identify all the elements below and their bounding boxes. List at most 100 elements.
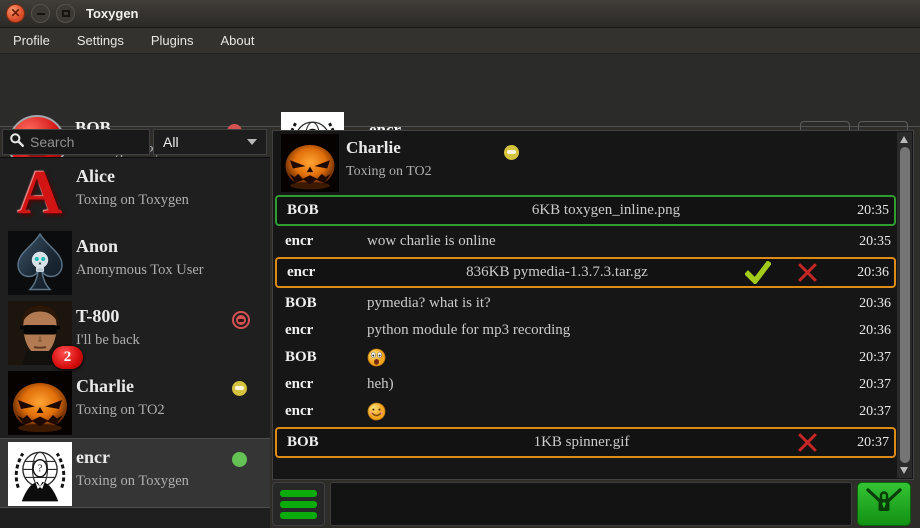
contact-avatar <box>8 371 72 435</box>
chevron-down-icon <box>247 139 257 145</box>
message-sender: BOB <box>285 295 367 312</box>
message-list: BOB 6KB toxygen_inline.png 20:35encr wow… <box>275 193 896 477</box>
chat-peer-avatar <box>281 134 339 192</box>
status-online-icon <box>232 452 247 467</box>
message-time: 20:35 <box>843 203 889 219</box>
message-time: 20:37 <box>845 404 891 420</box>
message-text: wow charlie is online <box>367 233 845 250</box>
search-input[interactable] <box>30 134 149 150</box>
scroll-down-icon[interactable] <box>900 467 908 474</box>
contact-avatar: ? <box>8 442 72 506</box>
message-time: 20:35 <box>845 234 891 250</box>
message-sender: encr <box>285 322 367 339</box>
contact-status-message: I'll be back <box>76 332 140 349</box>
message-sender: encr <box>287 264 369 281</box>
contact-filter-value: All <box>163 134 179 150</box>
file-transfer-row: BOB 6KB toxygen_inline.png 20:35 <box>275 195 896 226</box>
encrypted-send-icon <box>864 486 904 523</box>
contact-filter-dropdown[interactable]: All <box>153 129 267 155</box>
minimize-button[interactable] <box>31 4 50 23</box>
message-sender: BOB <box>287 202 369 219</box>
smile-emoji <box>367 403 386 419</box>
header: B BOB Looking for Python dev… ? encr Tox… <box>0 54 920 127</box>
close-button[interactable]: ✕ <box>6 4 25 23</box>
contact-name: encr <box>76 447 110 468</box>
window-title: Toxygen <box>86 6 139 21</box>
decline-file-button[interactable] <box>794 261 820 284</box>
message-row: BOB 20:37 <box>275 344 896 371</box>
message-text: python module for mp3 recording <box>367 322 845 339</box>
menubar: Profile Settings Plugins About <box>0 28 920 54</box>
chat-peer-name: Charlie <box>346 138 401 158</box>
chat-scrollbar[interactable] <box>897 132 912 478</box>
status-away-icon <box>232 381 247 396</box>
contact-item-encr[interactable]: ? encr Toxing on Toxygen <box>0 438 270 508</box>
message-input[interactable] <box>331 483 851 525</box>
chat-panel: Charlie Toxing on TO2 BOB 6KB toxygen_in… <box>272 130 914 480</box>
shocked-emoji <box>367 349 386 365</box>
menu-about[interactable]: About <box>220 33 254 48</box>
contact-avatar: A <box>8 161 72 225</box>
contact-list: A Alice Toxing on Toxygen Anon Anonymous… <box>0 157 270 528</box>
search-box <box>2 129 150 155</box>
contact-status-message: Toxing on Toxygen <box>76 473 189 490</box>
toxygen-window: ✕ Toxygen Profile Settings Plugins About… <box>0 0 920 528</box>
file-transfer-row: encr 836KB pymedia-1.3.7.3.tar.gz 20:36 <box>275 257 896 288</box>
message-text: heh) <box>367 376 845 393</box>
compose-area <box>330 482 852 526</box>
message-time: 20:37 <box>845 377 891 393</box>
message-row: encr heh) 20:37 <box>275 371 896 398</box>
message-sender: BOB <box>285 349 367 366</box>
contact-avatar <box>8 231 72 295</box>
chat-peer-status-message: Toxing on TO2 <box>346 164 432 180</box>
file-transfer-row: BOB 1KB spinner.gif 20:37 <box>275 427 896 458</box>
contact-name: Charlie <box>76 376 134 397</box>
decline-file-button[interactable] <box>794 431 820 454</box>
message-text <box>367 348 845 367</box>
search-icon <box>9 132 25 153</box>
file-name: 6KB toxygen_inline.png <box>369 202 843 219</box>
file-name: 1KB spinner.gif <box>369 434 794 451</box>
status-busy-icon <box>232 311 250 329</box>
scroll-up-icon[interactable] <box>900 136 908 143</box>
message-time: 20:37 <box>843 435 889 451</box>
send-button[interactable] <box>857 482 911 526</box>
chat-peer-header: Charlie Toxing on TO2 <box>273 131 913 193</box>
message-row: encr wow charlie is online 20:35 <box>275 228 896 255</box>
contact-status-message: Toxing on TO2 <box>76 402 165 419</box>
menu-settings[interactable]: Settings <box>77 33 124 48</box>
contact-item-t-800[interactable]: T-800 I'll be back 2 <box>0 298 270 368</box>
message-time: 20:36 <box>843 265 889 281</box>
contact-status-message: Toxing on Toxygen <box>76 192 189 209</box>
svg-text:?: ? <box>38 464 43 475</box>
contact-name: T-800 <box>76 306 119 327</box>
message-sender: BOB <box>287 434 369 451</box>
contact-item-charlie[interactable]: Charlie Toxing on TO2 <box>0 368 270 438</box>
contact-item-alice[interactable]: A Alice Toxing on Toxygen <box>0 158 270 228</box>
message-sender: encr <box>285 403 367 420</box>
chat-menu-button[interactable] <box>272 482 325 526</box>
contact-name: Alice <box>76 166 115 187</box>
contact-name: Anon <box>76 236 118 257</box>
message-sender: encr <box>285 376 367 393</box>
scrollbar-thumb[interactable] <box>900 147 910 463</box>
contact-status-message: Anonymous Tox User <box>76 262 204 279</box>
message-time: 20:36 <box>845 296 891 312</box>
accept-file-button[interactable] <box>745 261 771 284</box>
contact-item-anon[interactable]: Anon Anonymous Tox User <box>0 228 270 298</box>
message-time: 20:37 <box>845 350 891 366</box>
menu-plugins[interactable]: Plugins <box>151 33 194 48</box>
message-text <box>367 402 845 421</box>
titlebar: ✕ Toxygen <box>0 0 920 28</box>
message-time: 20:36 <box>845 323 891 339</box>
message-row: BOB pymedia? what is it? 20:36 <box>275 290 896 317</box>
file-name: 836KB pymedia-1.3.7.3.tar.gz <box>369 264 745 281</box>
message-sender: encr <box>285 233 367 250</box>
maximize-button[interactable] <box>56 4 75 23</box>
message-row: encr python module for mp3 recording 20:… <box>275 317 896 344</box>
message-text: pymedia? what is it? <box>367 295 845 312</box>
message-row: encr 20:37 <box>275 398 896 425</box>
menu-profile[interactable]: Profile <box>13 33 50 48</box>
unread-badge: 2 <box>52 346 83 369</box>
status-away-icon <box>504 145 519 160</box>
